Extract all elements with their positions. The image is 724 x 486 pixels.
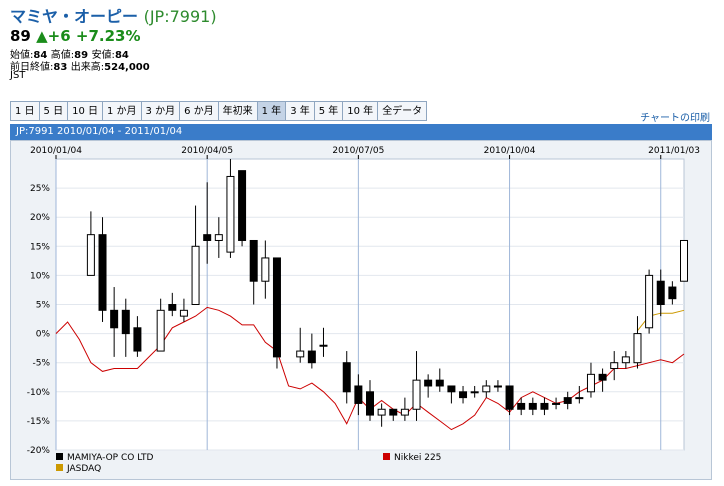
candle-body xyxy=(296,350,305,358)
candle-body xyxy=(272,257,281,358)
candle-body xyxy=(86,234,95,276)
candle-body xyxy=(179,309,188,317)
candle-body xyxy=(238,170,247,241)
candle-body xyxy=(517,402,526,410)
candle-body xyxy=(575,397,584,400)
candle-body xyxy=(354,385,363,404)
candle-body xyxy=(680,239,688,282)
candle-body xyxy=(633,333,642,364)
candle-body xyxy=(645,274,654,329)
x-tick-label: 2010/10/04 xyxy=(484,146,536,156)
candle-body xyxy=(482,385,491,393)
candle-body xyxy=(424,379,433,387)
y-tick-label: -15% xyxy=(27,417,51,427)
candle-body xyxy=(598,373,607,381)
candle-body xyxy=(319,344,328,347)
candle-body xyxy=(191,245,200,306)
candle-body xyxy=(133,327,142,352)
y-tick-label: -20% xyxy=(27,446,51,456)
candle-body xyxy=(400,408,409,416)
candle-body xyxy=(110,309,119,329)
candle-body xyxy=(261,257,270,282)
legend-label: Nikkei 225 xyxy=(394,453,441,463)
candle-body xyxy=(621,356,630,364)
candle-body xyxy=(203,234,212,241)
candle-body xyxy=(412,379,421,410)
candle-body xyxy=(563,397,572,404)
y-tick-label: 5% xyxy=(36,301,51,311)
candle-body xyxy=(528,402,537,410)
candle-body xyxy=(610,362,619,370)
candle-body xyxy=(377,408,386,416)
candle-body xyxy=(447,385,456,393)
candle-body xyxy=(470,391,479,394)
x-tick-label: 2010/07/05 xyxy=(332,146,384,156)
y-tick-label: 20% xyxy=(30,213,50,223)
x-tick-label: 2010/04/05 xyxy=(181,146,233,156)
candle-body xyxy=(249,239,258,282)
chart-svg: -20% -15% -10% -5% 0% 5% 10% 15% 20% 25% 2010/01/0… xyxy=(27,146,700,474)
x-tick-label: 2011/01/03 xyxy=(648,146,700,156)
candle-body xyxy=(168,304,177,311)
legend-label: JASDAQ xyxy=(66,464,101,474)
legend-swatch xyxy=(56,453,63,460)
candle-body xyxy=(459,391,468,399)
candle-body xyxy=(156,309,165,352)
y-tick-label: 0% xyxy=(36,330,51,340)
candle-body xyxy=(540,402,549,410)
legend-swatch xyxy=(56,464,63,471)
candle-body xyxy=(552,402,561,405)
candle-body xyxy=(435,379,444,387)
candle-body xyxy=(493,385,502,388)
y-tick-label: -10% xyxy=(27,388,51,398)
y-tick-label: 10% xyxy=(30,271,50,281)
candle-body xyxy=(342,362,351,393)
x-tick-label: 2010/01/04 xyxy=(30,146,82,156)
legend-label: MAMIYA-OP CO LTD xyxy=(67,453,153,463)
candle-body xyxy=(214,234,223,241)
candle-body xyxy=(226,175,235,253)
y-tick-label: -5% xyxy=(32,359,50,369)
y-tick-label: 15% xyxy=(30,242,50,252)
candle-body xyxy=(668,286,677,300)
legend-swatch xyxy=(383,453,390,460)
candle-body xyxy=(389,408,398,416)
y-tick-label: 25% xyxy=(30,184,50,194)
candle-body xyxy=(307,350,316,364)
candle-body xyxy=(121,309,130,335)
candle-body xyxy=(505,385,514,410)
candle-body xyxy=(656,280,665,306)
candle-body xyxy=(98,234,107,311)
candle-body xyxy=(586,373,595,393)
candle-body xyxy=(366,391,374,416)
